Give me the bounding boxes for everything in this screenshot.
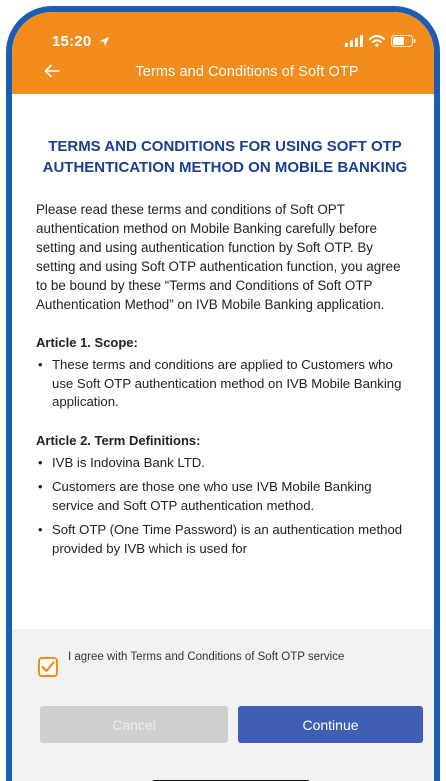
status-time: 15:20: [52, 33, 110, 50]
battery-icon: [391, 35, 416, 47]
app-header: 15:20 Terms and Conditions of Soft OTP: [12, 12, 434, 94]
checkmark-icon: [41, 661, 55, 673]
cellular-signal-icon: [345, 35, 363, 47]
status-icons: [345, 35, 416, 47]
agree-checkbox[interactable]: [38, 657, 58, 677]
cancel-button[interactable]: Cancel: [40, 706, 228, 743]
agree-label[interactable]: I agree with Terms and Conditions of Sof…: [68, 651, 368, 664]
continue-button[interactable]: Continue: [238, 706, 423, 743]
article-1-list: These terms and conditions are applied t…: [36, 356, 414, 412]
agree-row[interactable]: I agree with Terms and Conditions of Sof…: [38, 651, 368, 677]
terms-content[interactable]: TERMS AND CONDITIONS FOR USING SOFT OTP …: [12, 94, 434, 629]
back-button[interactable]: [44, 60, 60, 84]
document-title: TERMS AND CONDITIONS FOR USING SOFT OTP …: [42, 138, 408, 176]
footer-panel: I agree with Terms and Conditions of Sof…: [12, 629, 434, 781]
intro-paragraph: Please read these terms and conditions o…: [36, 202, 401, 312]
list-item: Soft OTP (One Time Password) is an authe…: [36, 521, 414, 558]
location-arrow-icon: [99, 36, 109, 47]
article-1-heading: Article 1. Scope:: [36, 335, 138, 350]
list-item: Customers are those one who use IVB Mobi…: [36, 478, 414, 515]
list-item: These terms and conditions are applied t…: [36, 356, 414, 412]
wifi-icon: [369, 35, 385, 47]
article-2-list: IVB is Indovina Bank LTD. Customers are …: [36, 454, 414, 559]
phone-frame: 15:20 Terms and Conditions of Soft OTP T…: [6, 6, 440, 781]
article-2-heading: Article 2. Term Definitions:: [36, 432, 201, 448]
page-title: Terms and Conditions of Soft OTP: [135, 64, 359, 80]
list-item: IVB is Indovina Bank LTD.: [36, 454, 414, 473]
arrow-left-icon: [44, 64, 60, 78]
